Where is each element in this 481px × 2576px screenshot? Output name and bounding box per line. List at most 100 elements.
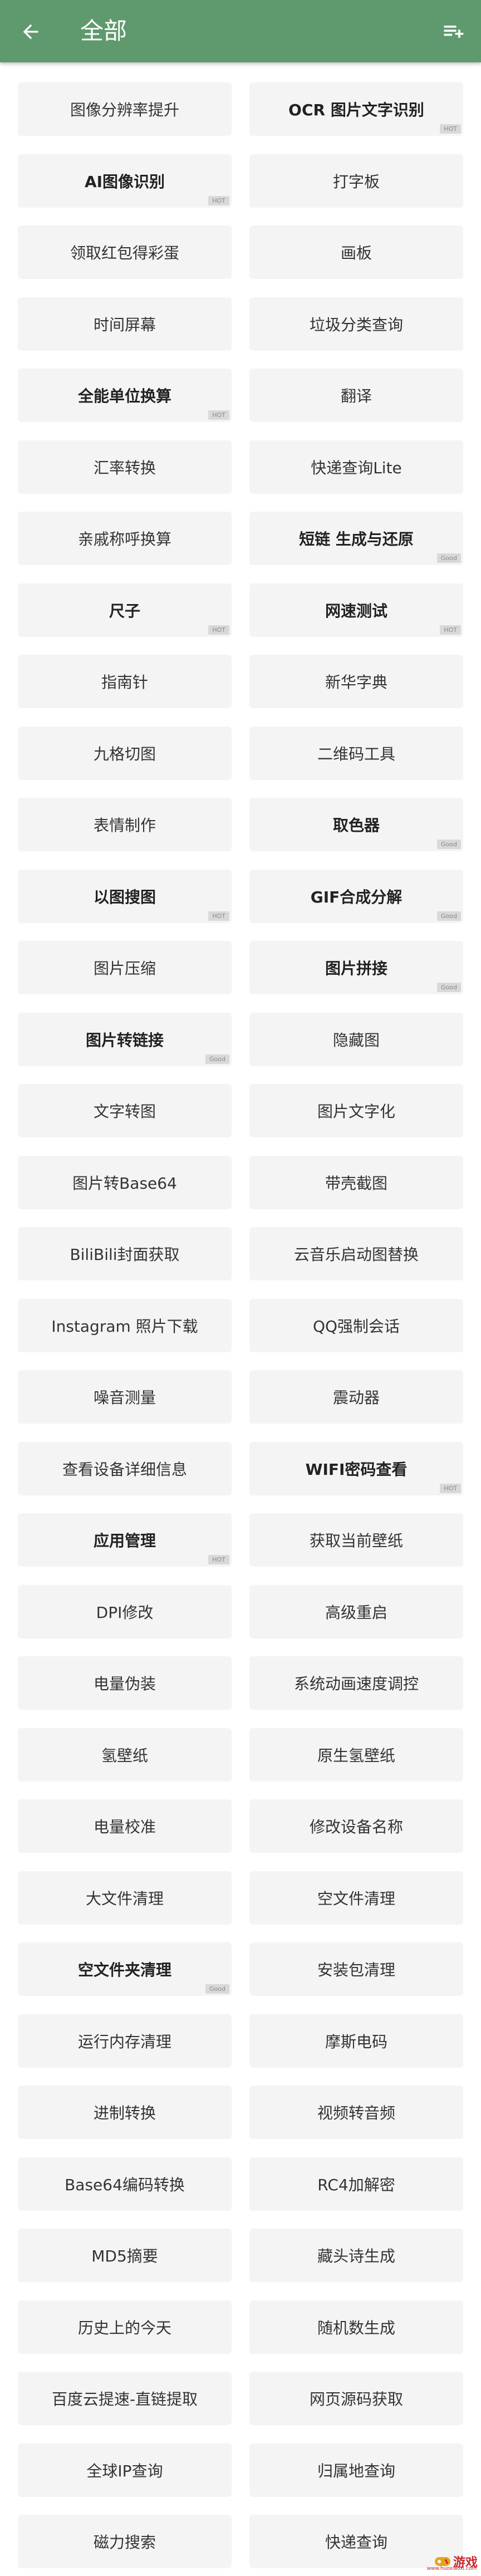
tool-card[interactable]: 全球IP查询 [18, 2443, 232, 2497]
back-button[interactable] [16, 17, 46, 47]
tool-card[interactable]: 藏头诗生成 [249, 2229, 463, 2282]
tool-card[interactable]: 短链 生成与还原 Good [249, 512, 463, 565]
tool-card[interactable]: 全能单位换算 HOT [18, 369, 232, 422]
tool-card[interactable]: 图片文字化 [249, 1084, 463, 1137]
tool-card[interactable]: 高级重启 [249, 1584, 463, 1638]
tool-card[interactable]: 汇率转换 [18, 440, 232, 494]
tool-card[interactable]: RC4加解密 [249, 2157, 463, 2211]
tool-badge: HOT [440, 625, 461, 635]
tool-card[interactable]: 系统动画速度调控 [249, 1656, 463, 1710]
tool-card[interactable]: 空文件清理 [249, 1871, 463, 1925]
tool-card[interactable]: 应用管理 HOT [18, 1513, 232, 1567]
tool-badge: Good [437, 911, 461, 921]
tool-card[interactable]: 震动器 [249, 1370, 463, 1424]
tool-badge: HOT [208, 410, 229, 420]
tool-label: 获取当前壁纸 [309, 1532, 403, 1550]
tool-card[interactable]: 网页源码获取 [249, 2372, 463, 2425]
tool-card[interactable]: 亲戚称呼换算 [18, 512, 232, 565]
tool-label: 归属地查询 [317, 2461, 395, 2480]
tool-label: 原生氢壁纸 [317, 1746, 395, 1765]
tool-label: 安装包清理 [317, 1961, 395, 1979]
tool-card[interactable]: 新华字典 [249, 655, 463, 708]
tool-card[interactable]: 电量伪装 [18, 1656, 232, 1710]
tool-card[interactable]: 摩斯电码 [249, 2014, 463, 2068]
tool-label: 历史上的今天 [77, 2318, 171, 2337]
tool-card[interactable]: 修改设备名称 [249, 1799, 463, 1853]
tool-card[interactable]: GIF合成分解 Good [249, 869, 463, 923]
tool-card[interactable]: 电量校准 [18, 1799, 232, 1853]
tool-card[interactable]: 带壳截图 [249, 1155, 463, 1209]
tool-card[interactable]: QQ强制会话 [249, 1298, 463, 1352]
tool-card[interactable]: 运行内存清理 [18, 2014, 232, 2068]
tool-card[interactable]: 归属地查询 [249, 2443, 463, 2497]
page-title: 全部 [80, 17, 127, 45]
tool-card[interactable]: 取色器 Good [249, 798, 463, 851]
tool-card[interactable]: 文字转图 [18, 1084, 232, 1137]
tool-card[interactable]: 垃圾分类查询 [249, 297, 463, 351]
tool-card[interactable]: BiliBili封面获取 [18, 1227, 232, 1280]
tool-card[interactable]: AI图像识别 HOT [18, 154, 232, 208]
tool-card[interactable]: 随机数生成 [249, 2300, 463, 2354]
tool-card[interactable]: MD5摘要 [18, 2229, 232, 2282]
tool-card[interactable]: 历史上的今天 [18, 2300, 232, 2354]
tool-label: 新华字典 [325, 673, 387, 691]
tool-card[interactable]: 打字板 [249, 154, 463, 208]
playlist-add-button[interactable] [438, 17, 469, 47]
tool-label: 视频转音频 [317, 2104, 395, 2122]
tool-card[interactable]: 网速测试 HOT [249, 583, 463, 637]
tool-card[interactable]: 进制转换 [18, 2086, 232, 2139]
tool-card[interactable]: 图片拼接 Good [249, 941, 463, 994]
tool-label: 亲戚称呼换算 [77, 530, 171, 548]
tool-card[interactable]: 画板 [249, 225, 463, 279]
tool-card[interactable]: 磁力搜索 [18, 2515, 232, 2568]
tool-label: 表情制作 [93, 816, 156, 835]
tool-card[interactable]: 九格切图 [18, 726, 232, 780]
tool-card[interactable]: 指南针 [18, 655, 232, 708]
tool-card[interactable]: 空文件夹清理 Good [18, 1942, 232, 1996]
tool-label: 系统动画速度调控 [293, 1675, 419, 1693]
tool-card[interactable]: 以图搜图 HOT [18, 869, 232, 923]
tool-card[interactable]: DPI修改 [18, 1584, 232, 1638]
tool-card[interactable]: 时间屏幕 [18, 297, 232, 351]
tool-badge: Good [205, 1054, 229, 1064]
tool-card[interactable]: Instagram 照片下载 [18, 1298, 232, 1352]
tool-card[interactable]: 快递查询Lite [249, 440, 463, 494]
tool-card[interactable]: 图片转链接 Good [18, 1012, 232, 1066]
tool-label: 运行内存清理 [77, 2032, 171, 2051]
tool-card[interactable]: 尺子 HOT [18, 583, 232, 637]
tool-card[interactable]: 百度云提速-直链提取 [18, 2372, 232, 2425]
tool-label: 带壳截图 [325, 1174, 387, 1193]
tool-card[interactable]: OCR 图片文字识别 HOT [249, 82, 463, 136]
tool-label: 图片压缩 [93, 959, 156, 978]
tool-label: 进制转换 [93, 2104, 156, 2122]
tool-badge: Good [437, 553, 461, 563]
tool-label: 空文件清理 [317, 1889, 395, 1908]
tool-card[interactable]: 翻译 [249, 369, 463, 422]
tool-card[interactable]: 查看设备详细信息 [18, 1441, 232, 1495]
tool-card[interactable]: 大文件清理 [18, 1871, 232, 1925]
tool-card[interactable]: WIFI密码查看 HOT [249, 1441, 463, 1495]
tool-badge: HOT [440, 124, 461, 134]
tool-card[interactable]: 获取当前壁纸 [249, 1513, 463, 1567]
tool-label: MD5摘要 [91, 2247, 158, 2265]
tool-card[interactable]: 表情制作 [18, 798, 232, 851]
tool-label: 氢壁纸 [101, 1746, 148, 1765]
tool-card[interactable]: 图片压缩 [18, 941, 232, 994]
tool-label: 藏头诗生成 [317, 2247, 395, 2265]
tool-card[interactable]: 氢壁纸 [18, 1728, 232, 1782]
tool-label: RC4加解密 [317, 2175, 395, 2194]
tool-badge: HOT [440, 1483, 461, 1493]
tool-card[interactable]: 快递查询 [249, 2515, 463, 2568]
tool-card[interactable]: 云音乐启动图替换 [249, 1227, 463, 1280]
tool-card[interactable]: 二维码工具 [249, 726, 463, 780]
tool-card[interactable]: 领取红包得彩蛋 [18, 225, 232, 279]
tool-card[interactable]: 图片转Base64 [18, 1155, 232, 1209]
tool-card[interactable]: 安装包清理 [249, 1942, 463, 1996]
tool-card[interactable]: 图像分辨率提升 [18, 82, 232, 136]
tool-card[interactable]: 原生氢壁纸 [249, 1728, 463, 1782]
tool-card[interactable]: Base64编码转换 [18, 2157, 232, 2211]
tool-card[interactable]: 视频转音频 [249, 2086, 463, 2139]
tool-card[interactable]: 隐藏图 [249, 1012, 463, 1066]
tool-card[interactable]: 噪音测量 [18, 1370, 232, 1424]
tool-label: 大文件清理 [85, 1889, 164, 1908]
